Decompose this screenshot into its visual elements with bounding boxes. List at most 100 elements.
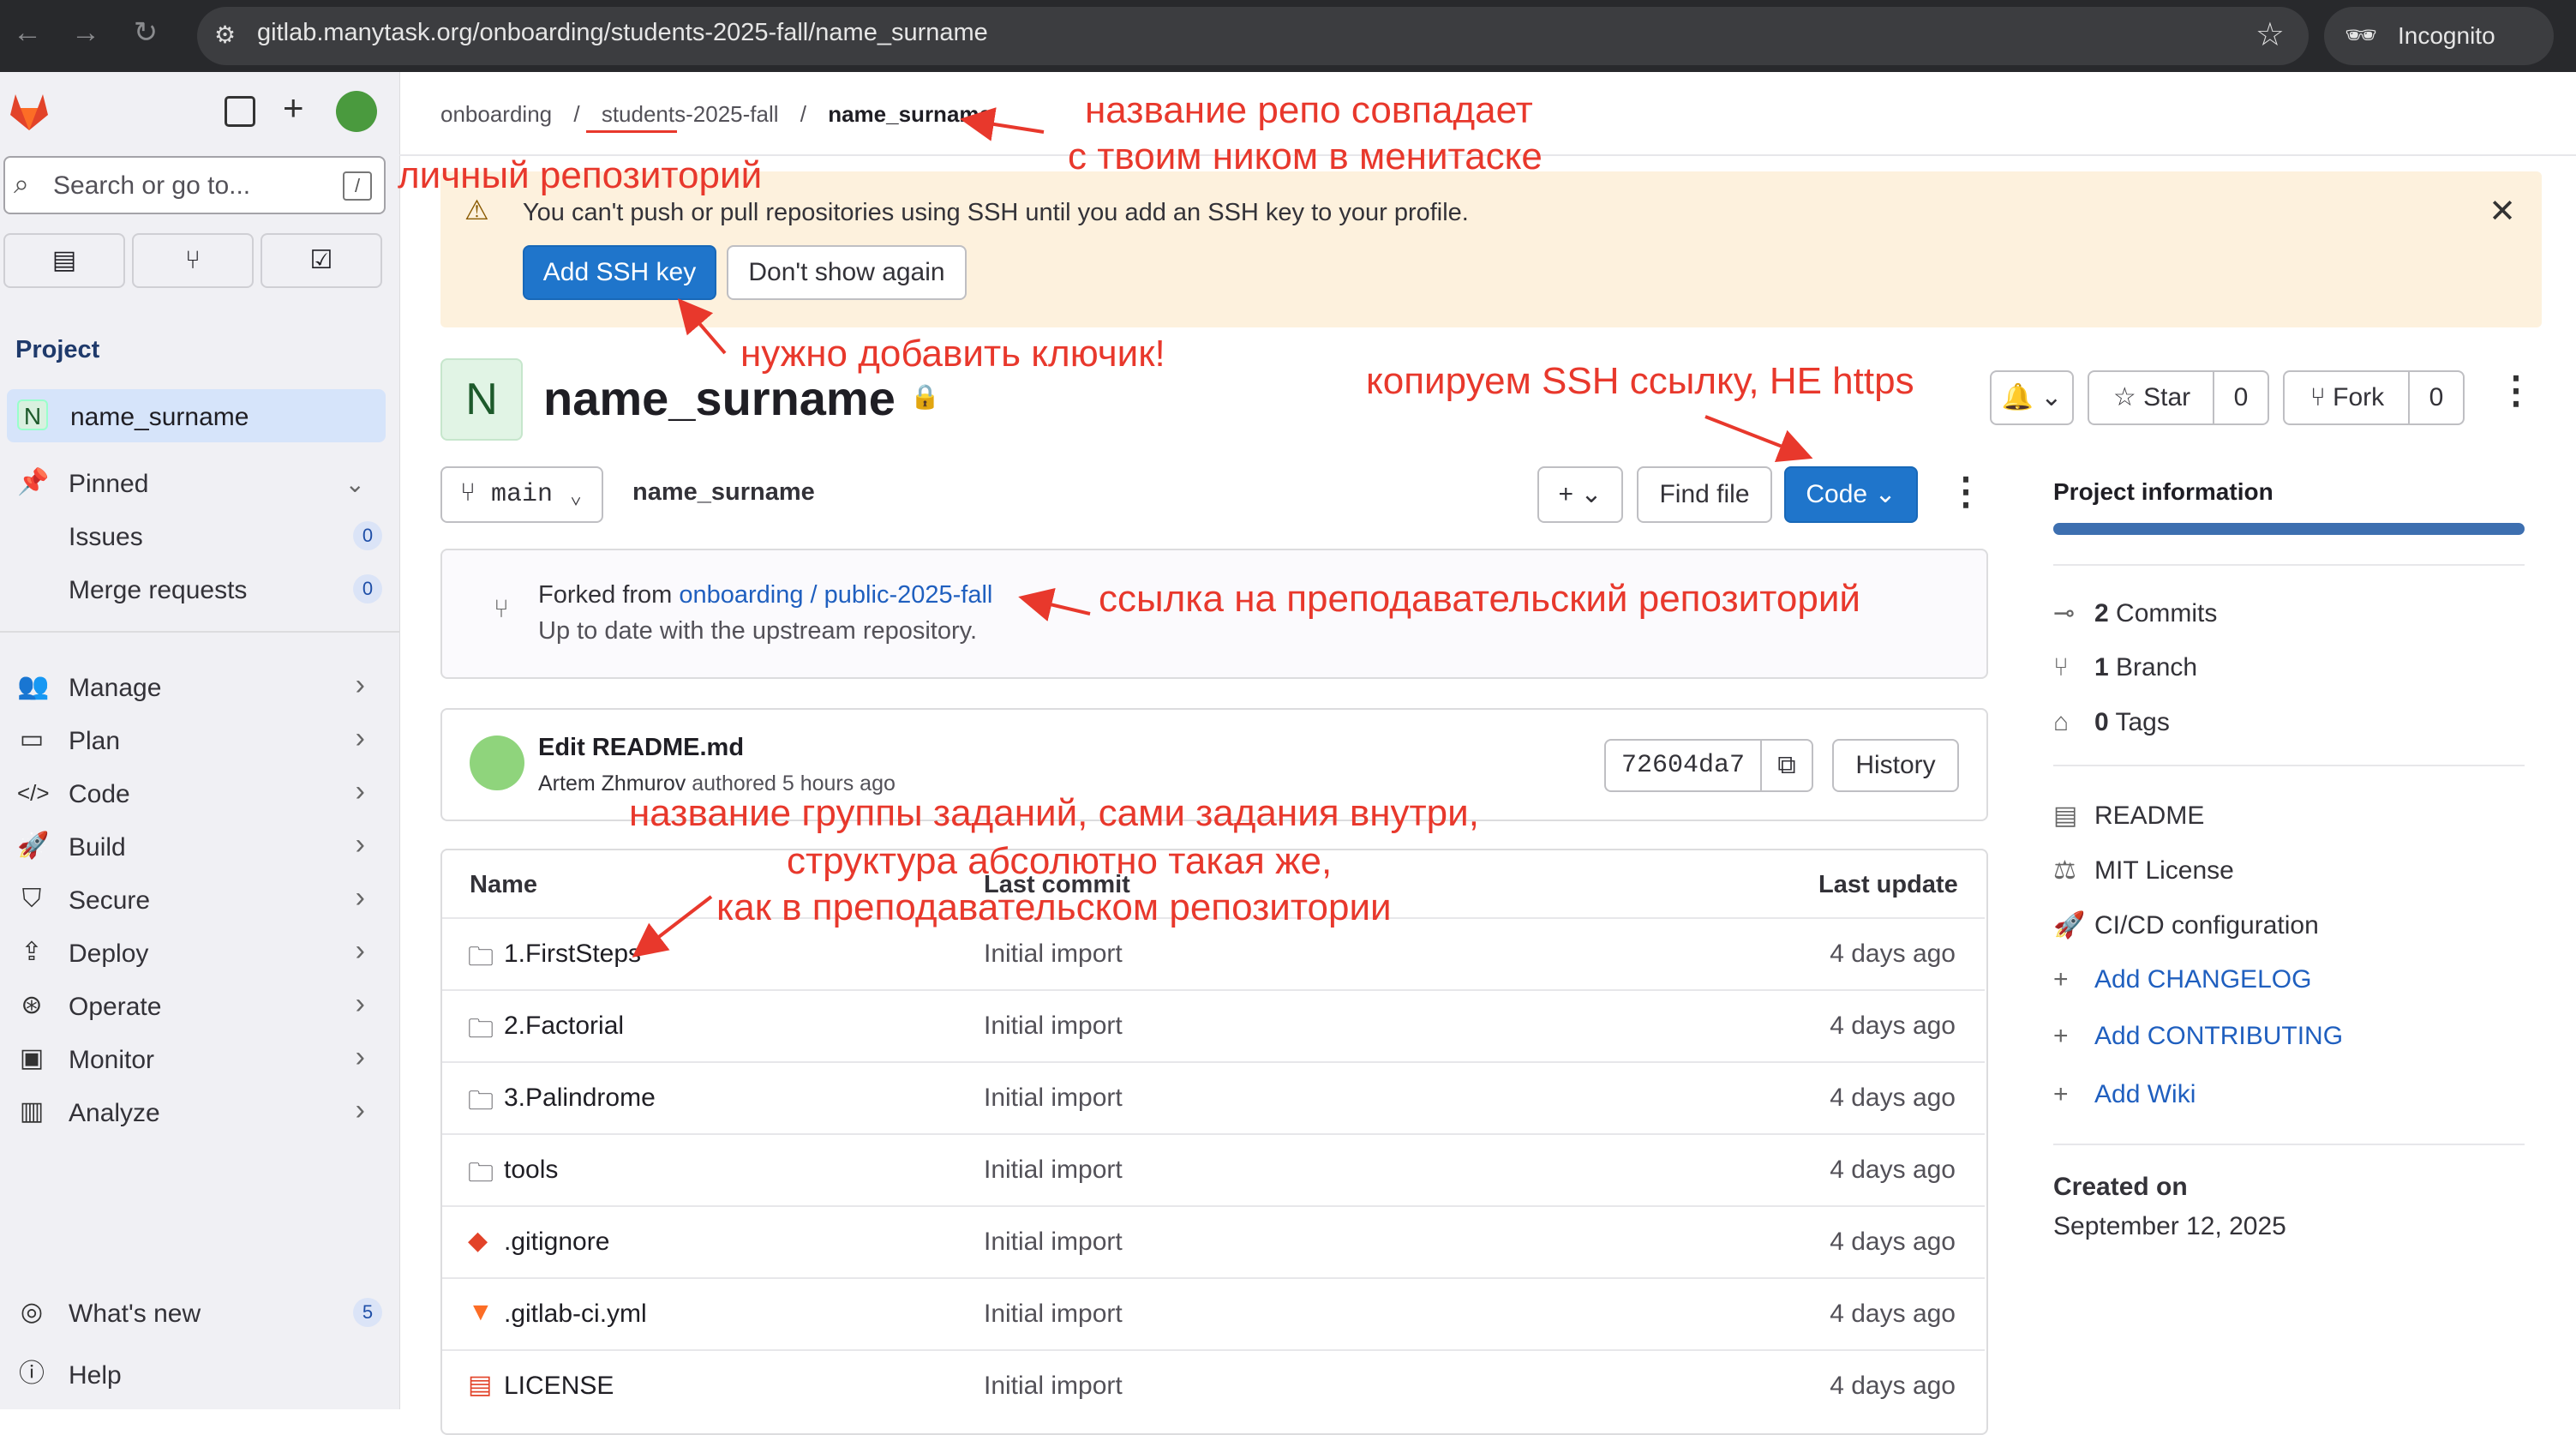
sidebar-item-deploy[interactable]: ⇪ Deploy ›	[0, 928, 399, 976]
commits-link[interactable]: ⊸ 2 Commits	[2053, 598, 2217, 628]
manage-icon: 👥	[17, 672, 50, 700]
sidebar-item-analyze[interactable]: ▥ Analyze ›	[0, 1087, 399, 1135]
sidebar-item-merge-requests[interactable]: Merge requests 0	[0, 564, 399, 612]
address-bar[interactable]: ⚙ gitlab.manytask.org/onboarding/student…	[197, 7, 2309, 65]
incognito-badge[interactable]: 🕶 Incognito	[2324, 7, 2554, 65]
notification-dropdown[interactable]: 🔔 ⌄	[1990, 370, 2074, 425]
gitlab-logo-icon[interactable]	[7, 89, 51, 134]
readme-link[interactable]: ▤ README	[2053, 801, 2204, 831]
table-row[interactable]: ◆ .gitignore Initial import 4 days ago	[442, 1205, 1985, 1279]
pin-icon: 📌	[17, 468, 50, 496]
file-name[interactable]: 3.Palindrome	[504, 1084, 656, 1113]
commit-title[interactable]: Edit README.md	[538, 734, 744, 762]
sidebar-item-plan[interactable]: ▭ Plan ›	[0, 715, 399, 763]
operate-icon: ⊛	[21, 991, 43, 1019]
tags-link[interactable]: ⌂ 0 Tags	[2053, 708, 2170, 737]
nav-label: Plan	[69, 727, 121, 755]
branch-selector[interactable]: ⑂ main ⌄	[440, 466, 603, 523]
commit-icon: ⊸	[2053, 599, 2076, 627]
search-box[interactable]: ⌕ Search or go to... /	[3, 156, 386, 214]
file-updated: 4 days ago	[1830, 1228, 1956, 1256]
author-avatar[interactable]	[470, 736, 524, 790]
annotation-group-3: как в преподавательском репозитории	[716, 886, 1392, 928]
file-commit[interactable]: Initial import	[984, 1372, 1123, 1401]
site-settings-icon[interactable]: ⚙	[214, 21, 243, 50]
sidebar-item-project[interactable]: N name_surname	[7, 389, 386, 442]
help-icon: ⓘ	[19, 1360, 45, 1388]
sidebar-item-issues[interactable]: Issues 0	[0, 511, 399, 559]
cicd-link[interactable]: 🚀 CI/CD configuration	[2053, 910, 2319, 940]
sidebar-item-code[interactable]: </> Code ›	[0, 768, 399, 816]
sidebar-pinned[interactable]: 📌 Pinned ⌄	[0, 458, 399, 506]
table-row[interactable]: ▤ LICENSE Initial import 4 days ago	[442, 1349, 1985, 1423]
add-ssh-key-button[interactable]: Add SSH key	[523, 245, 716, 300]
file-commit[interactable]: Initial import	[984, 1156, 1123, 1185]
file-name[interactable]: .gitignore	[504, 1228, 609, 1257]
commit-sha[interactable]: 72604da7	[1604, 739, 1762, 792]
file-commit[interactable]: Initial import	[984, 1012, 1123, 1041]
add-contributing-link[interactable]: + Add CONTRIBUTING	[2053, 1022, 2343, 1051]
add-dropdown[interactable]: + ⌄	[1537, 466, 1623, 523]
file-name[interactable]: 1.FirstSteps	[504, 940, 641, 969]
merge-requests-label: Merge requests	[69, 576, 248, 604]
commits-count: 2	[2094, 599, 2109, 627]
star-count[interactable]: 0	[2213, 370, 2269, 425]
file-name[interactable]: .gitlab-ci.yml	[504, 1300, 647, 1329]
table-row[interactable]: ▼ .gitlab-ci.yml Initial import 4 days a…	[442, 1277, 1985, 1351]
forward-icon[interactable]: →	[69, 15, 103, 50]
branch-icon: ⑂	[459, 480, 476, 509]
fork-count[interactable]: 0	[2408, 370, 2465, 425]
breadcrumb-item[interactable]: students-2025-fall	[602, 101, 779, 127]
sidebar-item-build[interactable]: 🚀 Build ›	[0, 821, 399, 869]
license-link[interactable]: ⚖ MIT License	[2053, 856, 2234, 886]
sidebar-item-whats-new[interactable]: ◎ What's new 5	[0, 1288, 399, 1336]
sidebar-divider	[0, 631, 399, 633]
history-button[interactable]: History	[1832, 739, 1959, 792]
branch-count: 1	[2094, 653, 2109, 681]
add-changelog-link[interactable]: + Add CHANGELOG	[2053, 965, 2311, 994]
file-updated: 4 days ago	[1830, 1372, 1956, 1400]
file-name[interactable]: tools	[504, 1156, 558, 1185]
file-name[interactable]: LICENSE	[504, 1372, 614, 1401]
file-commit[interactable]: Initial import	[984, 1084, 1123, 1113]
bookmark-star-icon[interactable]: ☆	[2255, 15, 2285, 54]
fork-button[interactable]: ⑂ Fork	[2283, 370, 2410, 425]
table-row[interactable]: 🗀 3.Palindrome Initial import 4 days ago	[442, 1061, 1985, 1135]
add-wiki-link[interactable]: + Add Wiki	[2053, 1080, 2196, 1109]
file-commit[interactable]: Initial import	[984, 1300, 1123, 1329]
sidebar-item-operate[interactable]: ⊛ Operate ›	[0, 981, 399, 1029]
breadcrumb-current[interactable]: name_surname	[828, 101, 991, 127]
sidebar-item-help[interactable]: ⓘ Help	[0, 1349, 399, 1397]
new-item-icon[interactable]: +	[283, 87, 304, 129]
todo-shortcut-icon[interactable]: ☑	[261, 233, 382, 288]
back-icon[interactable]: ←	[10, 15, 45, 50]
branches-link[interactable]: ⑂ 1 Branch	[2053, 653, 2197, 682]
table-row[interactable]: 🗀 2.Factorial Initial import 4 days ago	[442, 989, 1985, 1063]
fork-source-link[interactable]: onboarding / public-2025-fall	[679, 581, 992, 609]
sidebar-toggle-icon[interactable]	[225, 96, 255, 127]
close-icon[interactable]: ✕	[2489, 192, 2516, 231]
incognito-icon: 🕶	[2345, 21, 2378, 50]
file-name[interactable]: 2.Factorial	[504, 1012, 624, 1041]
user-avatar[interactable]	[336, 91, 377, 132]
dont-show-again-button[interactable]: Don't show again	[727, 245, 967, 300]
table-row[interactable]: 🗀 tools Initial import 4 days ago	[442, 1133, 1985, 1207]
merge-requests-shortcut-icon[interactable]: ⑂	[132, 233, 254, 288]
sidebar-item-monitor[interactable]: ▣ Monitor ›	[0, 1034, 399, 1082]
sidebar-item-secure[interactable]: ⛉ Secure ›	[0, 874, 399, 922]
file-commit[interactable]: Initial import	[984, 1228, 1123, 1257]
more-options-icon[interactable]: ⋮	[1947, 470, 1985, 513]
breadcrumb-item[interactable]: onboarding	[440, 101, 552, 127]
more-actions-icon[interactable]: ⋮	[2497, 369, 2535, 412]
find-file-button[interactable]: Find file	[1637, 466, 1772, 523]
rocket-icon: 🚀	[17, 832, 50, 860]
issues-shortcut-icon[interactable]: ▤	[3, 233, 125, 288]
project-avatar: N	[17, 399, 48, 430]
star-button[interactable]: ☆ Star	[2088, 370, 2214, 425]
copy-sha-icon[interactable]: ⧉	[1760, 739, 1813, 792]
url-text[interactable]: gitlab.manytask.org/onboarding/students-…	[257, 19, 988, 47]
file-commit[interactable]: Initial import	[984, 940, 1123, 969]
sidebar-item-manage[interactable]: 👥 Manage ›	[0, 662, 399, 710]
reload-icon[interactable]: ↻	[129, 15, 163, 50]
code-button[interactable]: Code ⌄	[1784, 466, 1918, 523]
